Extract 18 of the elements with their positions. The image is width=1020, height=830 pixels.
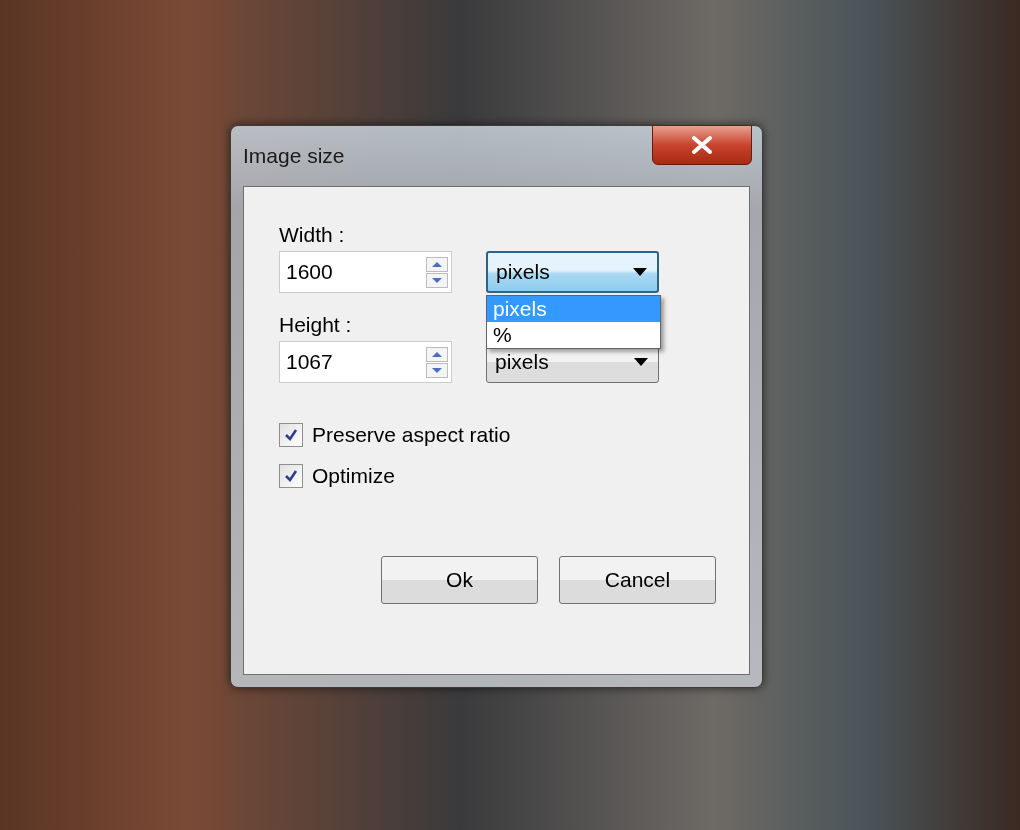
checkbox-label: Optimize <box>312 464 395 488</box>
number-field[interactable]: 1067 <box>279 341 452 383</box>
window-title: Image size <box>243 144 345 168</box>
checkmark-icon <box>283 468 299 484</box>
number-field[interactable]: 1600 <box>279 251 452 293</box>
field-label: Width : <box>279 223 345 247</box>
caret-icon <box>634 358 648 366</box>
checkbox-label: Preserve aspect ratio <box>312 423 511 447</box>
cancel-button[interactable]: Cancel <box>559 556 716 604</box>
close-icon <box>690 135 714 155</box>
field-label: Height : <box>279 313 352 337</box>
ok-button[interactable]: Ok <box>381 556 538 604</box>
checkbox[interactable] <box>279 464 303 488</box>
checkmark-icon <box>283 427 299 443</box>
caret-icon <box>633 268 647 276</box>
close-button[interactable] <box>652 125 752 165</box>
unit-dropdown[interactable]: pixels <box>486 251 659 293</box>
checkbox[interactable] <box>279 423 303 447</box>
